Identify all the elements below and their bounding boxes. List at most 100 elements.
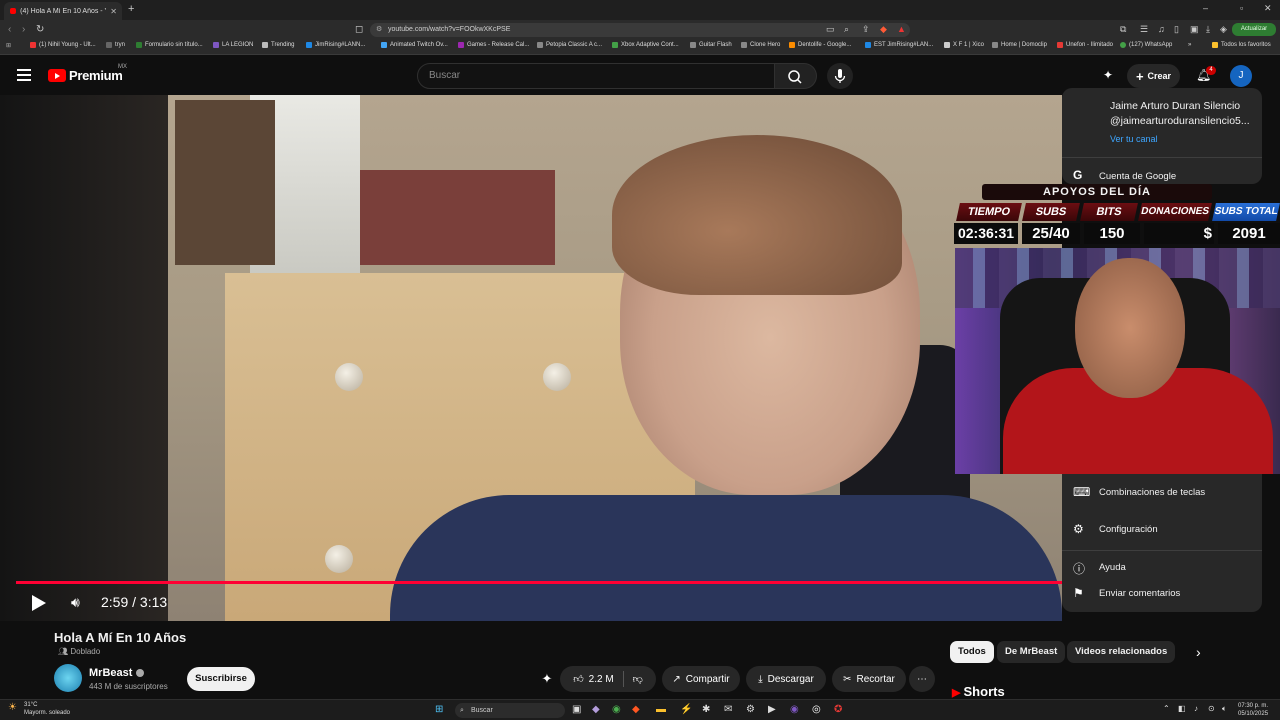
create-button[interactable]: + Crear xyxy=(1127,64,1180,88)
brave-shield-icon[interactable]: ◆ xyxy=(880,24,887,35)
gaming-controller-icon[interactable]: ✦ xyxy=(1103,68,1113,82)
media-icon[interactable]: ▶ xyxy=(768,704,776,715)
menu-icon[interactable] xyxy=(17,69,31,81)
music-icon[interactable]: ♫ xyxy=(1158,24,1165,34)
weather-widget[interactable]: 31°C Mayorm. soleado xyxy=(24,701,70,717)
zoom-icon[interactable]: ⌕ xyxy=(844,24,849,35)
bookmarks-overflow-icon[interactable]: » xyxy=(1188,42,1191,48)
bookmark-item[interactable]: Games - Release Cal... xyxy=(458,42,529,48)
bookmark-item[interactable]: Animated Twitch Ov... xyxy=(381,42,448,48)
maximize-icon[interactable]: ▫ xyxy=(1240,3,1243,13)
bookmark-item[interactable]: Unefon - Ilimitado xyxy=(1057,42,1113,48)
bookmark-item[interactable]: Formulario sin título... xyxy=(136,42,203,48)
site-info-icon[interactable]: ⚙ xyxy=(376,23,382,37)
settings-item[interactable]: Configuración xyxy=(1099,524,1158,535)
video-player[interactable]: 🔊︎ 2:59 / 3:13 xyxy=(0,95,1062,621)
clip-button[interactable]: ✂ Recortar xyxy=(832,666,906,692)
channel-name[interactable]: MrBeast xyxy=(89,667,145,679)
bookmark-item[interactable]: Xbox Adaptive Cont... xyxy=(612,42,679,48)
extensions-icon[interactable]: ⧉ xyxy=(1120,24,1126,35)
app-icon[interactable]: ⚡ xyxy=(680,704,692,715)
site-favicon-icon xyxy=(537,42,543,48)
settings-icon[interactable]: ⚙ xyxy=(746,704,755,715)
bookmark-item[interactable]: Guitar Flash xyxy=(690,42,732,48)
update-button[interactable]: Actualizar xyxy=(1232,23,1276,36)
cast-icon[interactable]: ▭ xyxy=(826,24,835,35)
bookmark-item[interactable]: Trending xyxy=(262,42,294,48)
app-icon[interactable]: ◆ xyxy=(592,704,600,715)
obs-icon[interactable]: ◎ xyxy=(812,704,821,715)
tray-chevron-icon[interactable]: ⌃ xyxy=(1163,704,1170,713)
app-icon[interactable]: ✉ xyxy=(724,704,732,715)
bookmark-item[interactable]: Clone Hero xyxy=(741,42,780,48)
back-icon[interactable]: ‹ xyxy=(8,24,11,35)
windows-start-icon[interactable]: ⊞ xyxy=(435,704,443,715)
forward-icon[interactable]: › xyxy=(22,24,25,35)
bookmark-item[interactable]: (127) WhatsApp xyxy=(1120,42,1172,48)
tray-mic-icon[interactable]: ♪ xyxy=(1194,704,1198,713)
edge-icon[interactable]: ◉ xyxy=(612,704,621,715)
brave-icon[interactable]: ◆ xyxy=(632,704,640,715)
bookmark-item[interactable]: (1) Nihil Young - Ult... xyxy=(30,42,96,48)
share-icon[interactable]: ⇪ xyxy=(862,24,870,35)
bookmark-item[interactable]: JimRising#LANN... xyxy=(306,42,365,48)
video-progress-bar[interactable] xyxy=(16,581,1062,584)
minimize-icon[interactable]: – xyxy=(1203,3,1208,13)
bookmark-item[interactable]: LA LEGION xyxy=(213,42,253,48)
discord-icon[interactable]: ◉ xyxy=(790,704,799,715)
volume-icon[interactable]: 🔊︎ xyxy=(71,594,80,611)
bookmark-item[interactable]: tryn xyxy=(106,42,125,48)
send-feedback-item[interactable]: Enviar comentarios xyxy=(1099,588,1180,599)
view-channel-link[interactable]: Ver tu canal xyxy=(1110,134,1158,144)
bookmark-star-icon[interactable]: ◻ xyxy=(355,24,363,35)
download-button[interactable]: ⤓ Descargar xyxy=(746,666,826,692)
help-item[interactable]: Ayuda xyxy=(1099,562,1126,573)
search-button[interactable] xyxy=(775,63,817,89)
chip-related-videos[interactable]: Videos relacionados xyxy=(1067,641,1176,663)
task-view-icon[interactable]: ▣ xyxy=(572,704,581,715)
bookmark-item[interactable]: X F 1 | Xico xyxy=(944,42,984,48)
bookmark-item[interactable]: Dentolife - Google... xyxy=(789,42,851,48)
tray-app-icon[interactable]: ◧ xyxy=(1178,704,1186,713)
account-avatar[interactable]: J xyxy=(1230,65,1252,87)
wallet-icon[interactable]: ▣ xyxy=(1190,24,1199,35)
downloads-icon[interactable]: ⤓ xyxy=(1206,24,1210,35)
browser-tab[interactable]: (4) Hola A Mí En 10 Años - YouTube ✕ xyxy=(4,2,122,20)
chip-from-mrbeast[interactable]: De MrBeast xyxy=(997,641,1066,663)
bookmark-item[interactable]: Petopia Classic A c... xyxy=(537,42,602,48)
bookmark-item[interactable]: Home | Domoclip xyxy=(992,42,1047,48)
dislike-button-icon[interactable]: 👎︎ xyxy=(633,673,643,685)
sidebar-icon[interactable]: ▯ xyxy=(1174,24,1179,35)
volume-tray-icon[interactable]: 🔈︎ xyxy=(1222,704,1227,714)
reload-icon[interactable]: ↻ xyxy=(36,24,44,35)
apps-icon[interactable]: ⊞ xyxy=(6,42,11,49)
chips-next-chevron-icon[interactable]: › xyxy=(1196,644,1201,660)
more-actions-button[interactable]: ⋯ xyxy=(909,666,935,692)
taskbar-search[interactable]: ⌕ Buscar xyxy=(455,703,565,718)
tab-close-icon[interactable]: ✕ xyxy=(110,7,117,16)
reading-list-icon[interactable]: ☰ xyxy=(1140,24,1148,35)
share-button[interactable]: ↗ Compartir xyxy=(662,666,740,692)
search-input[interactable]: Buscar xyxy=(417,63,775,89)
network-icon[interactable]: ⊙ xyxy=(1208,704,1215,713)
subscribe-button[interactable]: Suscribirse xyxy=(187,667,255,691)
chip-all[interactable]: Todos xyxy=(950,641,994,663)
keyboard-shortcuts-item[interactable]: Combinaciones de teclas xyxy=(1099,487,1205,498)
app-icon[interactable]: ✪ xyxy=(834,704,842,715)
gaming-controller-icon[interactable]: ✦ xyxy=(536,666,558,692)
youtube-logo[interactable]: Premium MX xyxy=(48,64,127,83)
rewards-icon[interactable]: ▲ xyxy=(897,24,906,34)
bookmark-item[interactable]: EST JimRising#LAN... xyxy=(865,42,933,48)
voice-search-button[interactable] xyxy=(827,63,853,89)
all-bookmarks-folder[interactable]: Todos los favoritos xyxy=(1212,42,1271,48)
window-close-icon[interactable]: ✕ xyxy=(1264,3,1272,14)
weather-sun-icon[interactable]: ☀ xyxy=(8,702,17,713)
file-explorer-icon[interactable]: ▬ xyxy=(656,704,666,715)
new-tab-button[interactable]: + xyxy=(128,3,134,15)
like-button[interactable]: 👍︎ 2.2 M xyxy=(573,673,613,686)
google-account-item[interactable]: Cuenta de Google xyxy=(1099,171,1176,182)
vpn-icon[interactable]: ◈ xyxy=(1220,24,1227,35)
system-clock[interactable]: 07:30 p. m. 05/10/2025 xyxy=(1238,702,1268,718)
channel-avatar[interactable] xyxy=(54,664,82,692)
app-icon[interactable]: ✱ xyxy=(702,704,710,715)
